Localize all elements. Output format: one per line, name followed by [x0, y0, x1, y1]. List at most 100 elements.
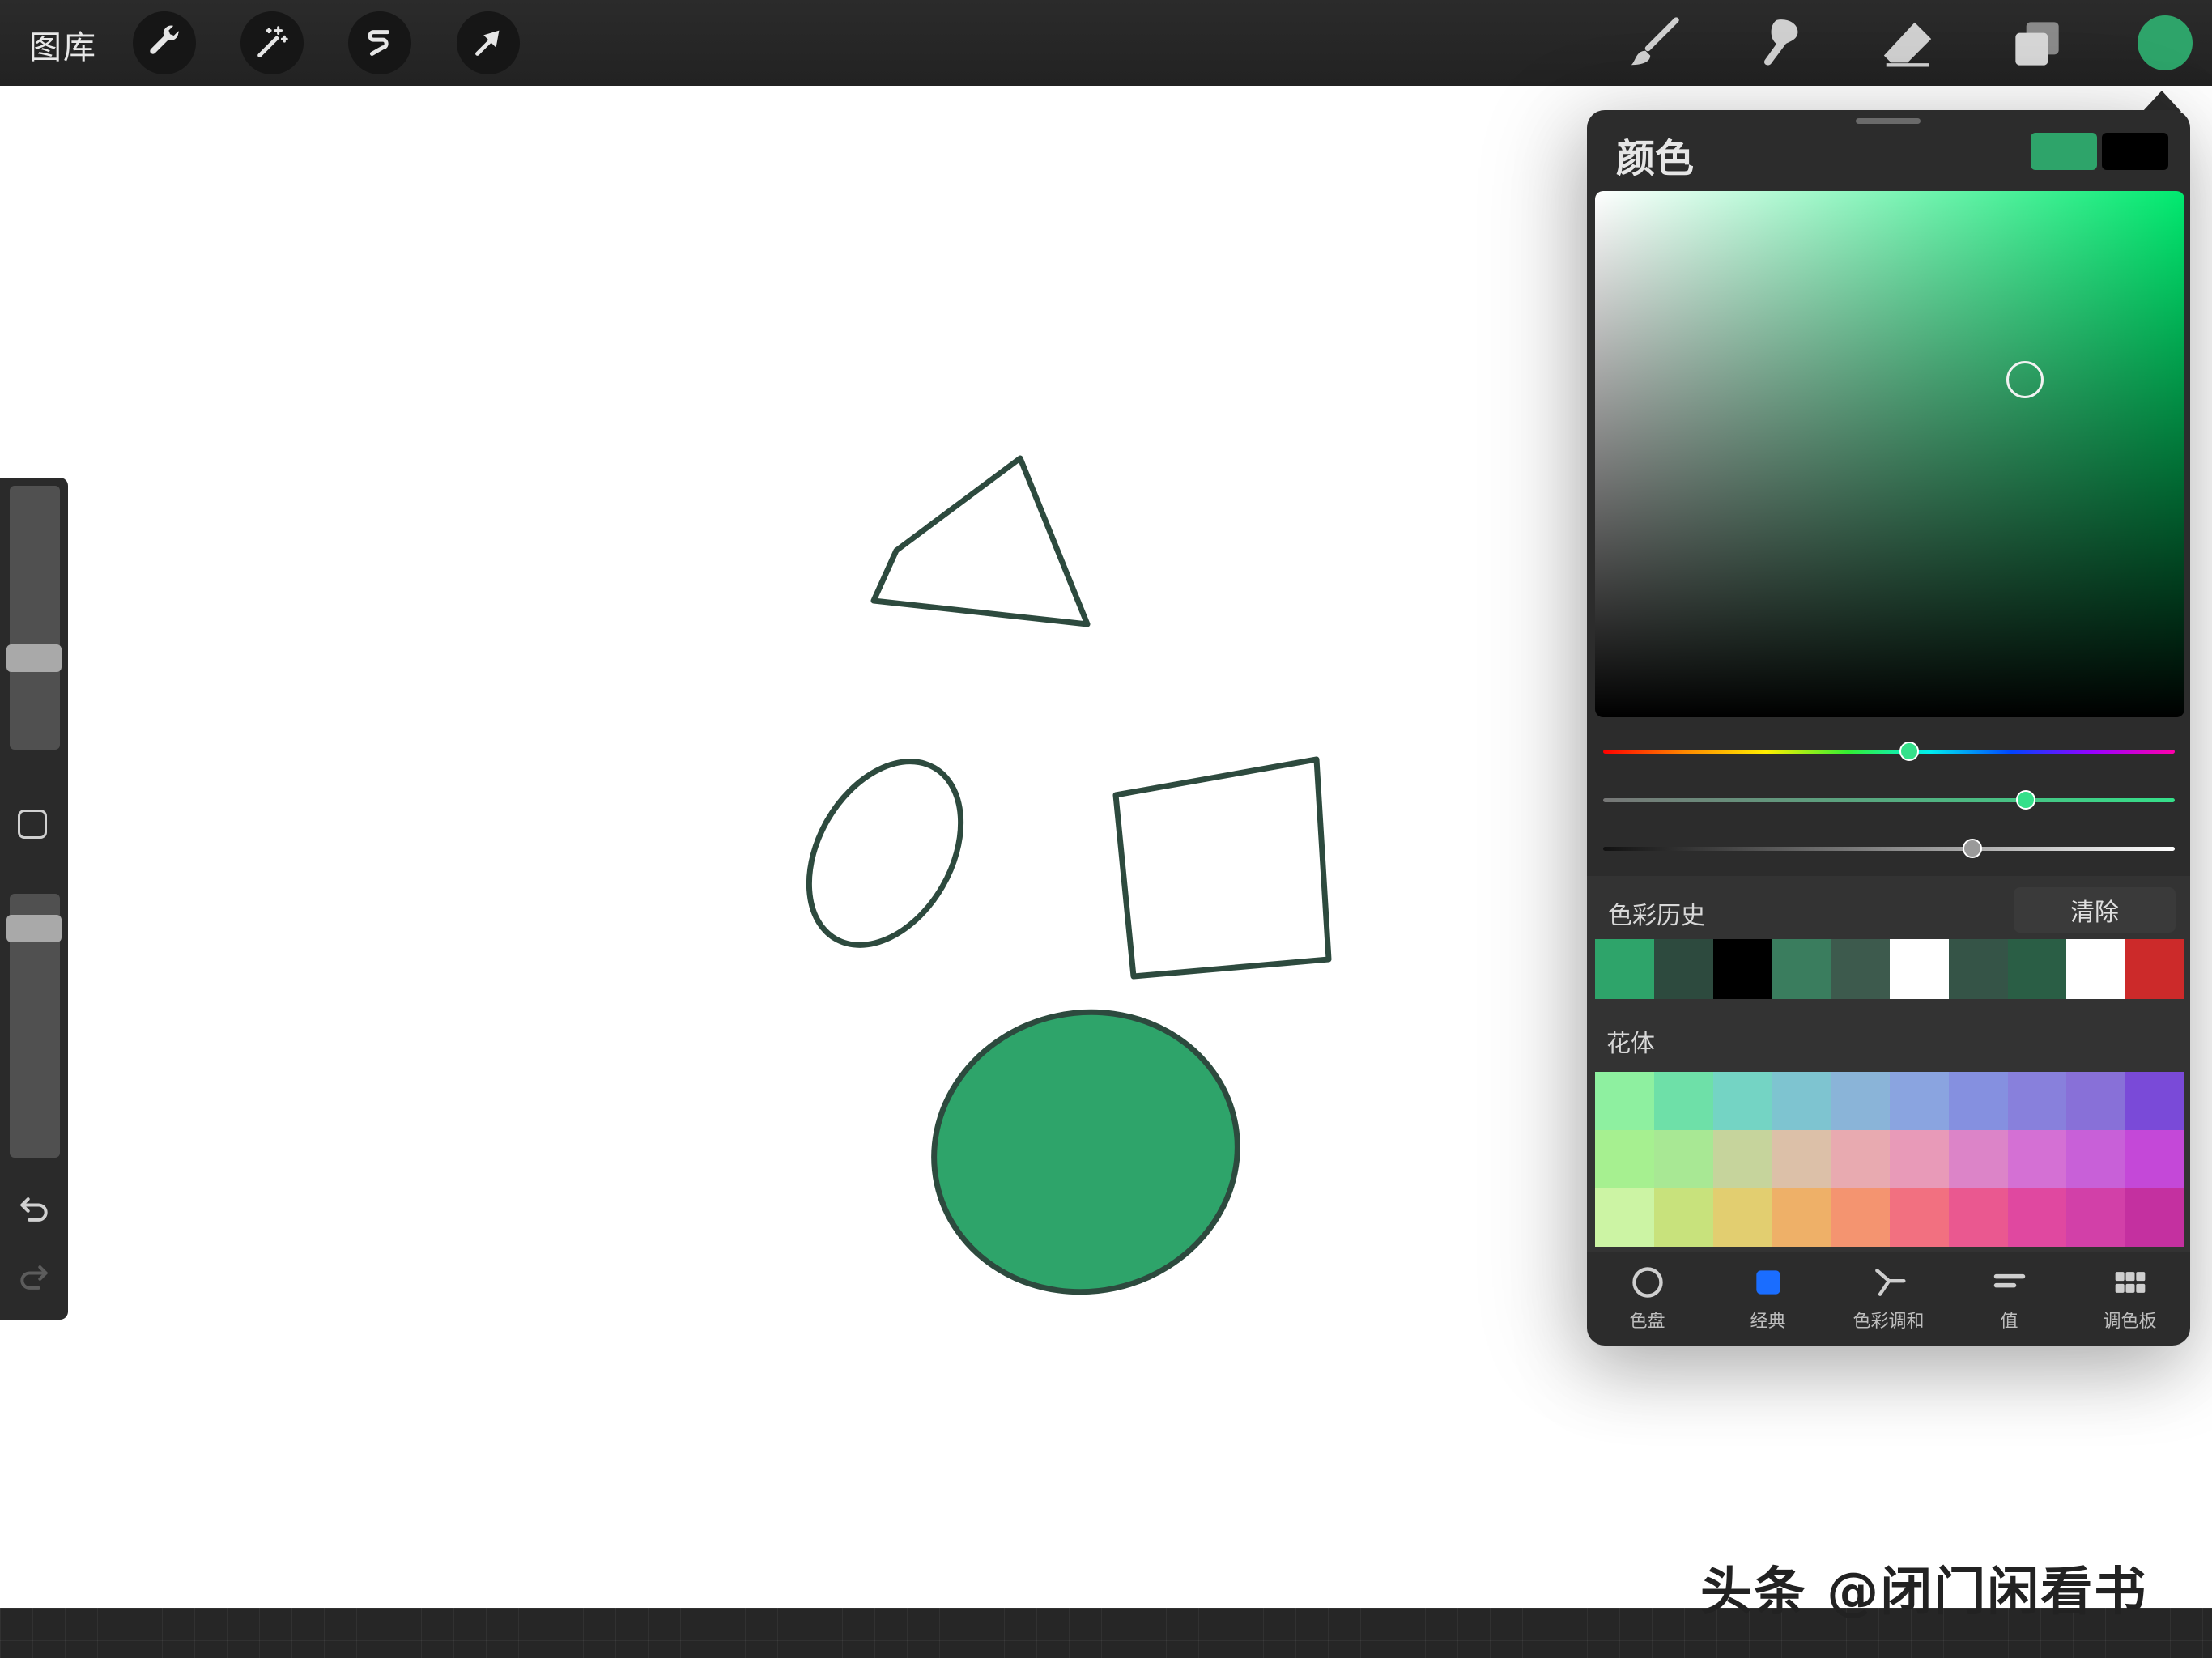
palette-swatch[interactable]: [2125, 1188, 2184, 1247]
hue-knob[interactable]: [1899, 742, 1919, 761]
opacity-thumb[interactable]: [6, 915, 62, 942]
redo-icon[interactable]: [16, 1260, 52, 1295]
watermark-text: 头条 @闭门闲看书: [1700, 1562, 2148, 1622]
tab-classic-label: 经典: [1750, 1312, 1786, 1332]
undo-icon[interactable]: [16, 1192, 52, 1227]
palette-swatch[interactable]: [1890, 1130, 1949, 1188]
history-swatch[interactable]: [1772, 939, 1831, 999]
outline-ellipse-shape: [806, 759, 964, 948]
palette-grid-icon: [2115, 1272, 2145, 1293]
palette-swatch[interactable]: [2007, 1188, 2067, 1247]
palette-swatch[interactable]: [1712, 1188, 1772, 1247]
palette-swatch[interactable]: [1712, 1130, 1772, 1188]
palette-swatch[interactable]: [1595, 1188, 1654, 1247]
transform-button[interactable]: [457, 11, 520, 74]
history-swatch[interactable]: [1595, 939, 1654, 999]
history-swatch[interactable]: [1653, 939, 1713, 999]
opacity-slider[interactable]: [6, 894, 62, 1158]
tab-palettes[interactable]: 调色板: [2069, 1252, 2190, 1346]
brush-icon: [1631, 17, 1679, 66]
tab-harmony[interactable]: 色彩调和: [1828, 1252, 1949, 1346]
palette-swatch[interactable]: [1772, 1188, 1831, 1247]
smudge-icon: [1763, 19, 1798, 66]
palette-swatch[interactable]: [1712, 1072, 1772, 1130]
palette-swatch[interactable]: [1831, 1130, 1890, 1188]
eraser-icon: [1883, 22, 1932, 67]
palette-swatch[interactable]: [1831, 1072, 1890, 1130]
palette-swatch[interactable]: [2066, 1130, 2126, 1188]
panel-title: 颜色: [1616, 136, 1695, 181]
palette-swatch[interactable]: [1595, 1072, 1654, 1130]
palette-swatch[interactable]: [1772, 1130, 1831, 1188]
disc-icon: [1631, 1267, 1663, 1298]
quadrilateral-shape: [1112, 756, 1332, 980]
palette-swatch[interactable]: [2066, 1188, 2126, 1247]
primary-color-swatch[interactable]: [2031, 133, 2097, 170]
brush-size-slider[interactable]: [6, 486, 62, 750]
saturation-slider[interactable]: [1603, 790, 2175, 810]
layers-button[interactable]: [2008, 15, 2066, 73]
harmony-icon: [1874, 1269, 1906, 1296]
history-swatch[interactable]: [1712, 939, 1772, 999]
filled-ellipse-shape: [931, 1009, 1240, 1295]
tab-value-label: 值: [2000, 1312, 2018, 1332]
palette-swatch[interactable]: [2007, 1130, 2067, 1188]
saturation-brightness-picker[interactable]: [1595, 191, 2184, 717]
active-color-button[interactable]: [2138, 15, 2193, 70]
adjustments-wand-button[interactable]: [240, 11, 304, 74]
palette-swatch[interactable]: [1890, 1072, 1949, 1130]
tab-harmony-label: 色彩调和: [1853, 1312, 1925, 1332]
palette-swatch[interactable]: [1653, 1072, 1713, 1130]
selection-icon: [368, 30, 390, 56]
panel-grabber[interactable]: [1856, 118, 1921, 124]
clear-history-button[interactable]: 清除: [2014, 887, 2176, 933]
top-toolbar: 图库: [0, 0, 2212, 86]
gallery-button[interactable]: 图库: [29, 21, 97, 68]
palette-swatch[interactable]: [2007, 1072, 2067, 1130]
picker-cursor[interactable]: [2006, 361, 2044, 398]
actions-wrench-button[interactable]: [133, 11, 196, 74]
layers-icon: [2015, 22, 2059, 66]
tab-value[interactable]: 值: [1949, 1252, 2069, 1346]
palette-swatch[interactable]: [1890, 1188, 1949, 1247]
hue-slider[interactable]: [1603, 742, 2175, 761]
selection-button[interactable]: [348, 11, 411, 74]
saturation-knob[interactable]: [2016, 790, 2035, 810]
secondary-color-swatch[interactable]: [2102, 133, 2168, 170]
tab-classic[interactable]: 经典: [1708, 1252, 1828, 1346]
palette-swatch[interactable]: [1831, 1188, 1890, 1247]
palette-grid: [1595, 1072, 2184, 1247]
palette-swatch[interactable]: [2125, 1130, 2184, 1188]
palette-swatch[interactable]: [2125, 1072, 2184, 1130]
eraser-tool-button[interactable]: [1878, 15, 1937, 73]
palette-swatch[interactable]: [2066, 1072, 2126, 1130]
history-swatch[interactable]: [1948, 939, 2008, 999]
brush-size-thumb[interactable]: [6, 644, 62, 672]
color-history-label: 色彩历史: [1608, 902, 1705, 930]
history-swatch[interactable]: [1831, 939, 1890, 999]
palette-swatch[interactable]: [1772, 1072, 1831, 1130]
palette-swatch[interactable]: [1948, 1130, 2008, 1188]
magic-wand-icon: [257, 26, 288, 57]
history-swatch[interactable]: [2007, 939, 2067, 999]
palette-swatch[interactable]: [1653, 1188, 1713, 1247]
brush-tool-button[interactable]: [1626, 15, 1684, 73]
modify-square-button[interactable]: [18, 810, 47, 839]
wrench-icon: [150, 25, 179, 54]
smudge-tool-button[interactable]: [1752, 15, 1810, 73]
brightness-knob[interactable]: [1963, 839, 1982, 858]
panel-pointer: [2142, 91, 2181, 112]
palette-swatch[interactable]: [1948, 1072, 2008, 1130]
color-mode-tabbar: 色盘 经典 色彩调和 值 调色板: [1587, 1252, 2190, 1346]
history-swatch[interactable]: [1889, 939, 1949, 999]
palette-swatch[interactable]: [1948, 1188, 2008, 1247]
palette-swatch[interactable]: [1653, 1130, 1713, 1188]
palette-swatch[interactable]: [1595, 1130, 1654, 1188]
left-sidebar: [0, 478, 68, 1320]
history-swatch[interactable]: [2125, 939, 2184, 999]
history-swatch[interactable]: [2066, 939, 2126, 999]
value-sliders-icon: [1993, 1273, 2025, 1288]
tab-disc[interactable]: 色盘: [1587, 1252, 1708, 1346]
brightness-slider[interactable]: [1603, 839, 2175, 858]
tab-palettes-label: 调色板: [2103, 1312, 2157, 1332]
